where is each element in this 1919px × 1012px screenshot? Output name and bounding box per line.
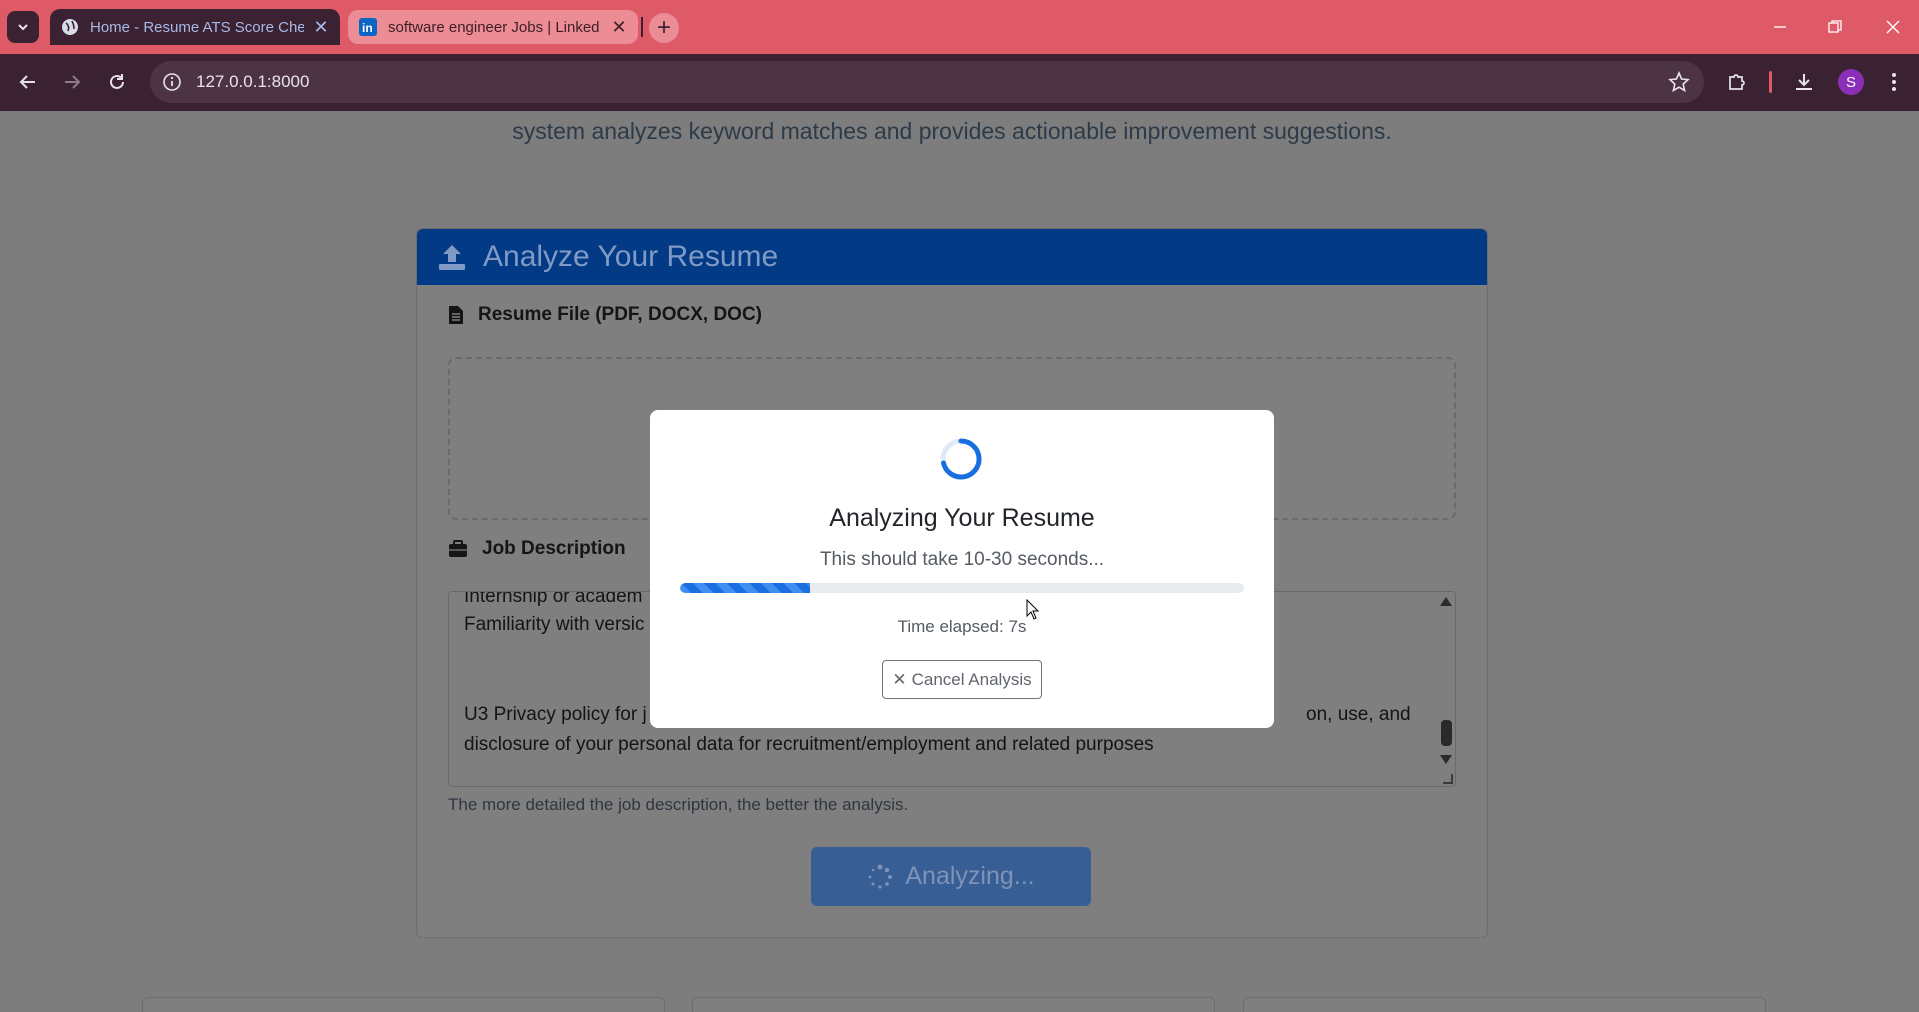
kebab-menu-icon	[1892, 73, 1896, 91]
minimize-button[interactable]	[1760, 10, 1800, 44]
tab-title: Home - Resume ATS Score Che	[90, 18, 304, 36]
feature-card	[692, 997, 1215, 1012]
resume-label-text: Resume File (PDF, DOCX, DOC)	[478, 304, 762, 325]
close-icon: ✕	[892, 669, 907, 689]
profile-avatar[interactable]: S	[1838, 69, 1864, 95]
briefcase-icon	[449, 540, 467, 557]
loading-dots-icon	[868, 864, 893, 889]
analyze-button-label: Analyzing...	[905, 862, 1035, 890]
resize-handle[interactable]	[1443, 774, 1453, 784]
reload-icon	[110, 74, 124, 89]
textarea-line: Internship or academ	[464, 591, 643, 607]
scrollbar-thumb[interactable]	[1441, 720, 1452, 746]
svg-text:in: in	[362, 21, 373, 35]
textarea-line: U3 Privacy policy for j	[464, 704, 647, 725]
chevron-down-icon	[18, 24, 28, 31]
time-elapsed: Time elapsed: 7s	[897, 617, 1027, 636]
downloads-button[interactable]	[1789, 67, 1819, 97]
help-text: The more detailed the job description, t…	[448, 795, 909, 814]
plus-icon: +	[656, 14, 671, 41]
textarea-line-fragment: on, use, and	[1306, 704, 1411, 725]
browser-toolbar: 127.0.0.1:8000 S	[0, 54, 1919, 111]
modal-subtitle: This should take 10-30 seconds...	[819, 549, 1105, 570]
tab-search-button[interactable]	[7, 11, 39, 43]
browser-menu-button[interactable]	[1879, 67, 1909, 97]
scroll-down-arrow[interactable]	[1440, 755, 1452, 764]
feature-card	[142, 997, 665, 1012]
browser-tab-bar: Home - Resume ATS Score Che ✕ in softwar…	[0, 0, 1919, 54]
close-icon	[1886, 20, 1900, 34]
restore-icon	[1828, 20, 1842, 33]
scroll-up-arrow[interactable]	[1440, 597, 1452, 606]
reload-button[interactable]	[101, 66, 133, 98]
upload-icon	[439, 245, 465, 270]
feature-card	[1243, 997, 1766, 1012]
tab-ats-home[interactable]: Home - Resume ATS Score Che ✕	[50, 9, 340, 45]
job-description-label: Job Description	[448, 538, 626, 560]
site-info-icon[interactable]	[162, 72, 182, 92]
back-button[interactable]	[12, 66, 44, 98]
download-icon	[1796, 74, 1812, 90]
progress-bar	[680, 583, 1244, 593]
textarea-line: disclosure of your personal data for rec…	[464, 734, 1154, 755]
card-header: Analyze Your Resume	[417, 229, 1487, 285]
close-tab-icon[interactable]: ✕	[610, 17, 628, 38]
card-title: Analyze Your Resume	[483, 240, 779, 273]
bookmark-star-icon[interactable]	[1668, 71, 1690, 93]
restore-button[interactable]	[1815, 10, 1855, 44]
extensions-button[interactable]	[1722, 67, 1752, 97]
close-window-button[interactable]	[1873, 10, 1913, 44]
cancel-button-label: Cancel Analysis	[911, 669, 1032, 689]
page-subtitle: system analyzes keyword matches and prov…	[512, 118, 1392, 144]
analyze-button[interactable]: Analyzing...	[811, 847, 1091, 906]
resume-file-label: Resume File (PDF, DOCX, DOC)	[448, 304, 762, 326]
page-viewport: system analyzes keyword matches and prov…	[0, 111, 1919, 1012]
analysis-modal: Analyzing Your Resume This should take 1…	[650, 410, 1274, 728]
arrow-left-icon	[19, 75, 35, 89]
minimize-icon	[1774, 26, 1786, 28]
puzzle-icon	[1729, 74, 1745, 90]
textarea-line: Familiarity with versic	[464, 614, 645, 635]
tab-title: software engineer Jobs | Linked	[388, 18, 600, 36]
modal-title: Analyzing Your Resume	[829, 504, 1095, 532]
cancel-analysis-button[interactable]: ✕ Cancel Analysis	[882, 660, 1042, 699]
new-tab-button[interactable]: +	[649, 13, 679, 43]
address-bar[interactable]: 127.0.0.1:8000	[150, 61, 1704, 103]
tab-separator	[641, 17, 643, 37]
tab-linkedin-jobs[interactable]: in software engineer Jobs | Linked ✕	[348, 10, 638, 44]
arrow-right-icon	[65, 75, 81, 89]
job-label-text: Job Description	[482, 538, 626, 559]
close-tab-icon[interactable]: ✕	[312, 17, 330, 38]
mouse-cursor-icon	[1026, 599, 1040, 620]
url-text: 127.0.0.1:8000	[196, 72, 310, 91]
globe-icon	[60, 17, 80, 37]
spinner-icon	[940, 438, 982, 480]
file-icon	[449, 306, 463, 324]
progress-bar-fill	[680, 583, 810, 593]
toolbar-divider	[1769, 71, 1772, 93]
forward-button[interactable]	[56, 66, 88, 98]
linkedin-icon: in	[358, 17, 378, 37]
